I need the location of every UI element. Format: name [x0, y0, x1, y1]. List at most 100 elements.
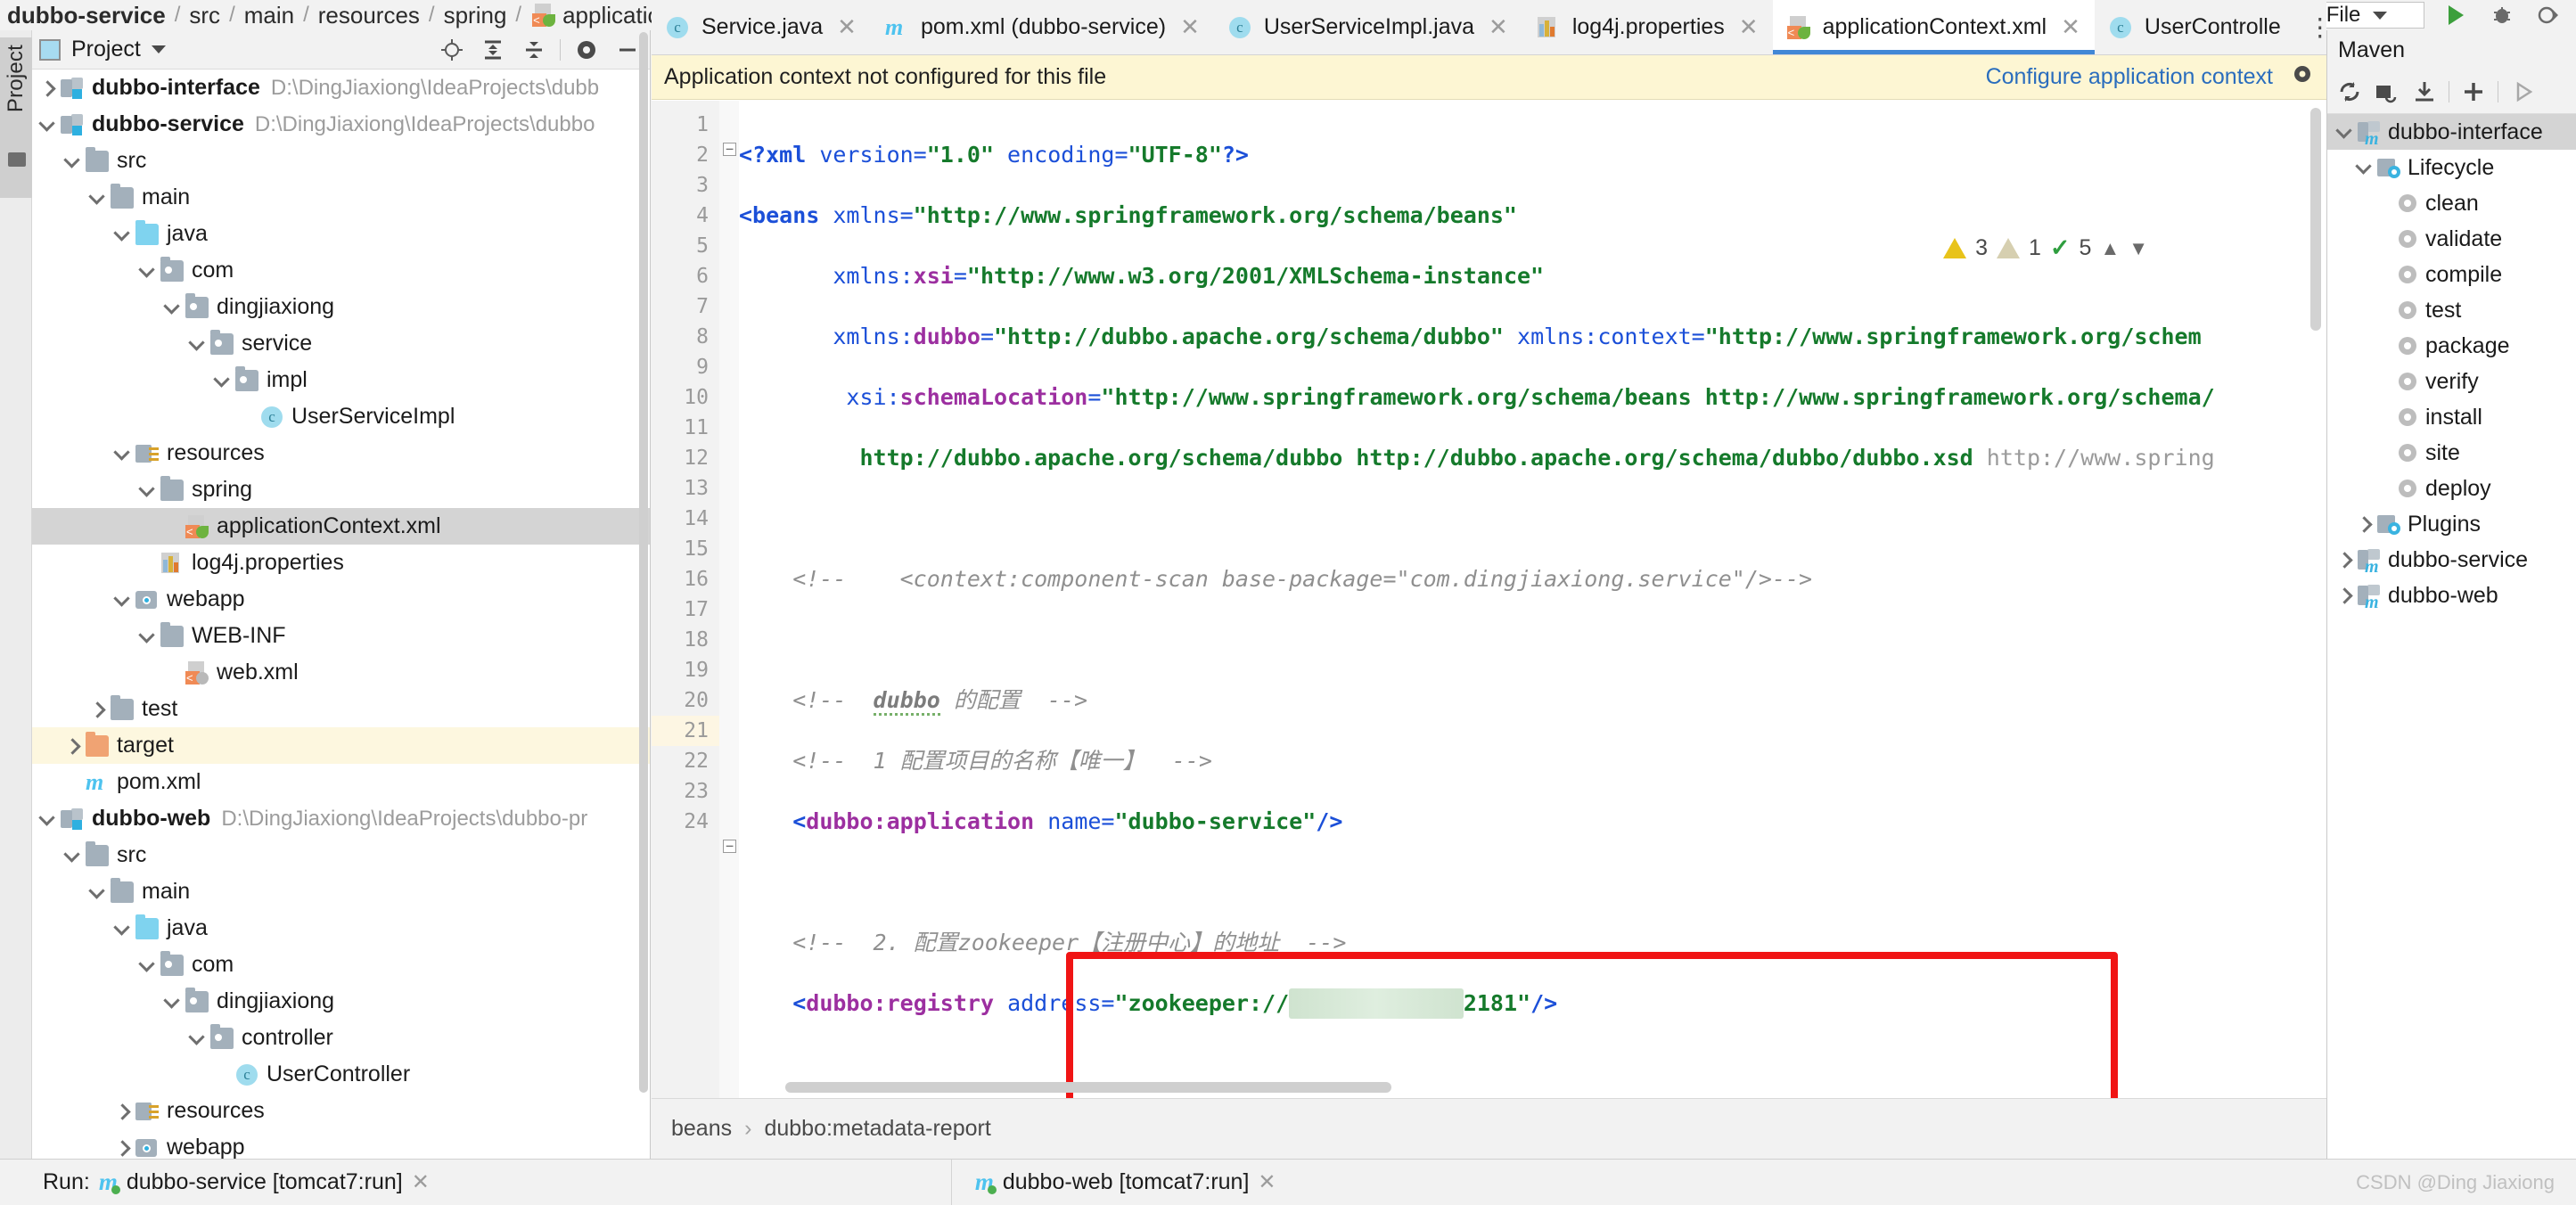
chevron-down-icon[interactable]	[61, 844, 84, 867]
more-options-icon[interactable]: ⋮	[2308, 12, 2326, 42]
settings-icon[interactable]	[571, 35, 602, 65]
maven-item-compile[interactable]: compile	[2327, 257, 2576, 292]
chevron-down-icon[interactable]	[135, 625, 159, 648]
editor-horizontal-scrollbar[interactable]	[785, 1082, 1391, 1093]
maven-item-deploy[interactable]: deploy	[2327, 471, 2576, 506]
maven-item-clean[interactable]: clean	[2327, 185, 2576, 221]
editor-tab-log4j-properties[interactable]: log4j.properties ✕	[1522, 0, 1773, 54]
maven-item-verify[interactable]: verify	[2327, 364, 2576, 399]
breadcrumb-item-4[interactable]: spring	[444, 2, 507, 29]
editor-breadcrumb-item-1[interactable]: dubbo:metadata-report	[764, 1116, 990, 1142]
chevron-down-icon[interactable]	[111, 223, 134, 246]
maven-tree[interactable]: m dubbo-interface Lifecycle clean validate co…	[2327, 114, 2576, 613]
chevron-down-icon[interactable]	[185, 332, 209, 356]
tree-item-java[interactable]: java	[32, 216, 650, 252]
close-icon[interactable]: ✕	[1258, 1169, 1276, 1195]
tree-item-src[interactable]: src	[32, 143, 650, 179]
chevron-down-icon[interactable]	[2333, 120, 2356, 143]
close-icon[interactable]: ✕	[1489, 13, 1508, 41]
editor-tab-service-java[interactable]: c Service.java ✕	[652, 0, 871, 54]
chevron-down-icon[interactable]	[135, 259, 159, 283]
tree-item-resources[interactable]: resources	[32, 1093, 650, 1129]
maven-item-plugins[interactable]: Plugins	[2327, 506, 2576, 542]
collapse-all-icon[interactable]	[519, 35, 549, 65]
chevron-down-icon[interactable]	[151, 45, 166, 53]
chevron-down-icon[interactable]	[2352, 156, 2375, 179]
tree-item-dubbo-interface[interactable]: dubbo-interface D:\DingJiaxiong\IdeaProje…	[32, 70, 650, 106]
project-tree[interactable]: dubbo-interface D:\DingJiaxiong\IdeaProje…	[32, 70, 650, 1159]
maven-item-lifecycle[interactable]: Lifecycle	[2327, 150, 2576, 185]
tree-item-src[interactable]: src	[32, 837, 650, 873]
breadcrumb-item-3[interactable]: resources	[318, 2, 420, 29]
run-tab-0-label[interactable]: dubbo-service [tomcat7:run]	[127, 1169, 403, 1195]
editor-tab-pom-xml-dubbo-service-[interactable]: m pom.xml (dubbo-service) ✕	[871, 0, 1214, 54]
configure-application-context-link[interactable]: Configure application context	[1986, 64, 2273, 90]
chevron-right-icon[interactable]	[2333, 548, 2356, 571]
code-folding-column[interactable]: − −	[719, 101, 739, 1098]
tree-item-com[interactable]: com	[32, 947, 650, 983]
chevron-down-icon[interactable]	[86, 186, 109, 209]
hide-panel-icon[interactable]	[612, 35, 643, 65]
chevron-down-icon[interactable]	[210, 369, 234, 392]
chevron-down-icon[interactable]	[61, 150, 84, 173]
maven-item-package[interactable]: package	[2327, 328, 2576, 364]
close-icon[interactable]: ✕	[1739, 13, 1759, 41]
project-tool-button[interactable]: Project	[4, 45, 29, 112]
tree-item-main[interactable]: main	[32, 873, 650, 910]
maven-item-test[interactable]: test	[2327, 292, 2576, 328]
maven-item-validate[interactable]: validate	[2327, 221, 2576, 257]
chevron-right-icon[interactable]	[2333, 584, 2356, 607]
tree-item-userserviceimpl[interactable]: c UserServiceImpl	[32, 398, 650, 435]
run-icon[interactable]	[2441, 0, 2471, 30]
tree-item-webapp[interactable]: webapp	[32, 1129, 650, 1159]
close-icon[interactable]: ✕	[1180, 13, 1200, 41]
breadcrumb-item-2[interactable]: main	[244, 2, 294, 29]
tree-item-web-xml[interactable]: < web.xml	[32, 654, 650, 691]
chevron-down-icon[interactable]	[185, 1027, 209, 1050]
chevron-down-icon[interactable]	[36, 807, 59, 831]
fold-toggle-beans-open[interactable]: −	[723, 143, 736, 156]
run-maven-build-icon[interactable]	[2509, 78, 2536, 105]
tree-item-dingjiaxiong[interactable]: dingjiaxiong	[32, 289, 650, 325]
chevron-right-icon[interactable]	[111, 1100, 134, 1123]
tree-item-usercontroller[interactable]: c UserController	[32, 1056, 650, 1093]
tree-item-dubbo-web[interactable]: dubbo-web D:\DingJiaxiong\IdeaProjects\du…	[32, 800, 650, 837]
tree-item-resources[interactable]: resources	[32, 435, 650, 471]
tree-item-main[interactable]: main	[32, 179, 650, 216]
chevron-down-icon[interactable]: ▼	[2129, 237, 2148, 260]
gear-icon[interactable]	[2291, 62, 2314, 92]
close-icon[interactable]: ✕	[412, 1169, 430, 1195]
chevron-right-icon[interactable]	[86, 698, 109, 721]
chevron-down-icon[interactable]	[135, 954, 159, 977]
editor-tab-usercontrolle[interactable]: c UserControlle	[2095, 0, 2295, 54]
close-icon[interactable]: ✕	[2061, 13, 2080, 41]
tree-item-log4j-properties[interactable]: log4j.properties	[32, 545, 650, 581]
tree-item-impl[interactable]: impl	[32, 362, 650, 398]
chevron-down-icon[interactable]	[111, 442, 134, 465]
maven-item-install[interactable]: install	[2327, 399, 2576, 435]
chevron-down-icon[interactable]	[160, 990, 184, 1013]
add-icon[interactable]	[2460, 78, 2487, 105]
debug-icon[interactable]	[2487, 0, 2517, 30]
tree-item-spring[interactable]: spring	[32, 471, 650, 508]
maven-item-dubbo-web[interactable]: m dubbo-web	[2327, 578, 2576, 613]
generate-sources-icon[interactable]	[2374, 78, 2400, 105]
breadcrumb-item-1[interactable]: src	[189, 2, 220, 29]
tree-item-dubbo-service[interactable]: dubbo-service D:\DingJiaxiong\IdeaProject…	[32, 106, 650, 143]
editor-tab-applicationcontext-xml[interactable]: < applicationContext.xml ✕	[1772, 0, 2096, 54]
tree-item-target[interactable]: target	[32, 727, 650, 764]
chevron-down-icon[interactable]	[135, 479, 159, 502]
tree-item-service[interactable]: service	[32, 325, 650, 362]
editor-tab-bar[interactable]: c Service.java ✕ m pom.xml (dubbo-service) ✕ c…	[652, 0, 2326, 55]
tree-item-com[interactable]: com	[32, 252, 650, 289]
chevron-down-icon[interactable]	[111, 917, 134, 940]
expand-all-icon[interactable]	[478, 35, 508, 65]
tree-item-web-inf[interactable]: WEB-INF	[32, 618, 650, 654]
download-sources-icon[interactable]	[2411, 78, 2438, 105]
chevron-right-icon[interactable]	[36, 77, 59, 100]
editor-vertical-scrollbar[interactable]	[2310, 108, 2321, 331]
tree-item-java[interactable]: java	[32, 910, 650, 947]
tree-item-pom-xml[interactable]: m pom.xml	[32, 764, 650, 800]
coverage-icon[interactable]	[2533, 0, 2564, 30]
inspection-widget[interactable]: 3 1 ✓ 5 ▲ ▼	[1943, 234, 2148, 262]
